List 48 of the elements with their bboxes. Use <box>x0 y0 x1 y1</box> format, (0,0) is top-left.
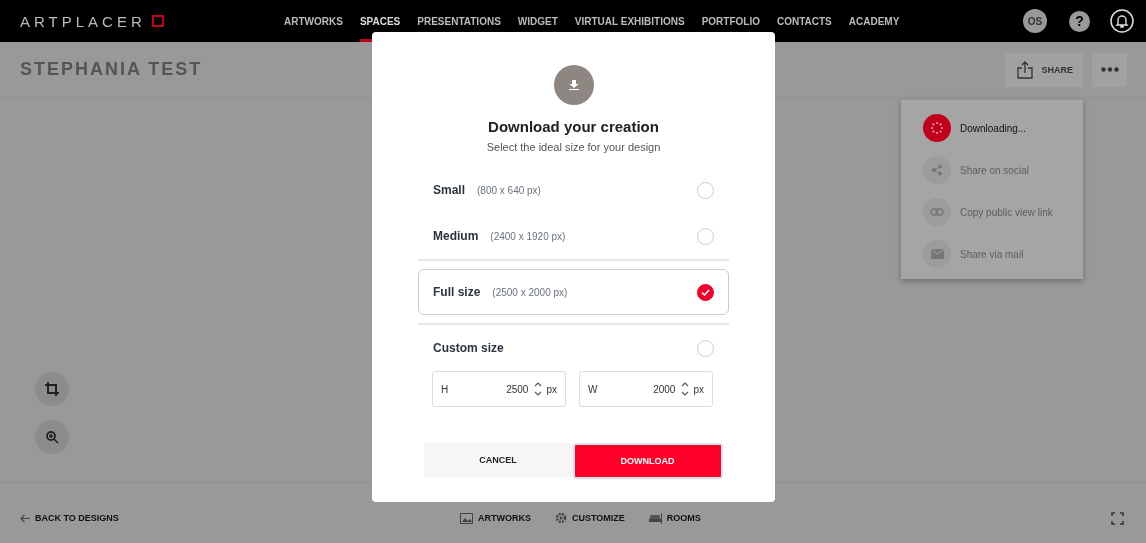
crop-icon <box>45 382 59 396</box>
zoom-button[interactable] <box>35 420 69 454</box>
download-button[interactable]: DOWNLOAD <box>572 443 723 479</box>
upload-icon <box>1017 60 1034 79</box>
bell-icon[interactable] <box>1110 9 1134 33</box>
link-icon <box>930 208 944 216</box>
user-avatar[interactable]: OS <box>1023 9 1047 33</box>
mail-icon <box>930 249 944 259</box>
nav-tab[interactable]: CONTACTS <box>777 0 832 42</box>
size-option[interactable]: Custom size <box>418 325 729 371</box>
bottom-tab[interactable]: ROOMS <box>648 512 701 524</box>
nav-tab[interactable]: ARTWORKS <box>284 0 343 42</box>
zoom-in-icon <box>45 430 59 444</box>
spinner-icon <box>930 121 944 135</box>
size-option[interactable]: Medium (2400 x 1920 px) <box>418 213 729 259</box>
logo[interactable]: ARTPLACER <box>20 12 284 30</box>
cancel-button[interactable]: CANCEL <box>423 443 573 477</box>
stepper-icon[interactable] <box>534 381 543 397</box>
stepper-icon[interactable] <box>681 381 690 397</box>
back-link[interactable]: BACK TO DESIGNS <box>20 513 460 523</box>
more-icon <box>1100 67 1119 72</box>
arrow-left-icon <box>20 513 30 523</box>
share-button[interactable]: SHARE <box>1005 52 1083 87</box>
download-icon <box>568 80 579 90</box>
nav-tab[interactable]: ACADEMY <box>848 0 900 42</box>
size-option[interactable]: Full size (2500 x 2000 px) <box>418 269 729 315</box>
image-icon <box>460 512 473 524</box>
bottom-tab[interactable]: CUSTOMIZE <box>555 512 625 524</box>
gear-icon <box>555 512 567 524</box>
fullscreen-icon[interactable] <box>1111 511 1124 525</box>
radio-button[interactable] <box>697 283 714 301</box>
sofa-icon <box>648 512 662 524</box>
radio-button[interactable] <box>697 227 714 245</box>
number-field[interactable]: W 2000 px <box>579 371 713 407</box>
number-field[interactable]: H 2500 px <box>432 371 566 407</box>
menu-item[interactable]: Downloading... <box>923 114 1083 142</box>
radio-button[interactable] <box>697 339 714 357</box>
share-icon <box>931 164 943 176</box>
bottom-tab[interactable]: ARTWORKS <box>460 512 531 524</box>
size-option[interactable]: Small (800 x 640 px) <box>418 167 729 213</box>
crop-button[interactable] <box>35 372 69 406</box>
dialog-subtitle: Select the ideal size for your design <box>486 141 661 153</box>
check-icon <box>701 288 710 296</box>
help-button[interactable]: ? <box>1069 10 1090 32</box>
dialog-title: Download your creation <box>488 118 659 135</box>
page-title: STEPHANIA TEST <box>20 59 204 80</box>
radio-button[interactable] <box>697 181 714 199</box>
more-button[interactable] <box>1092 52 1127 87</box>
